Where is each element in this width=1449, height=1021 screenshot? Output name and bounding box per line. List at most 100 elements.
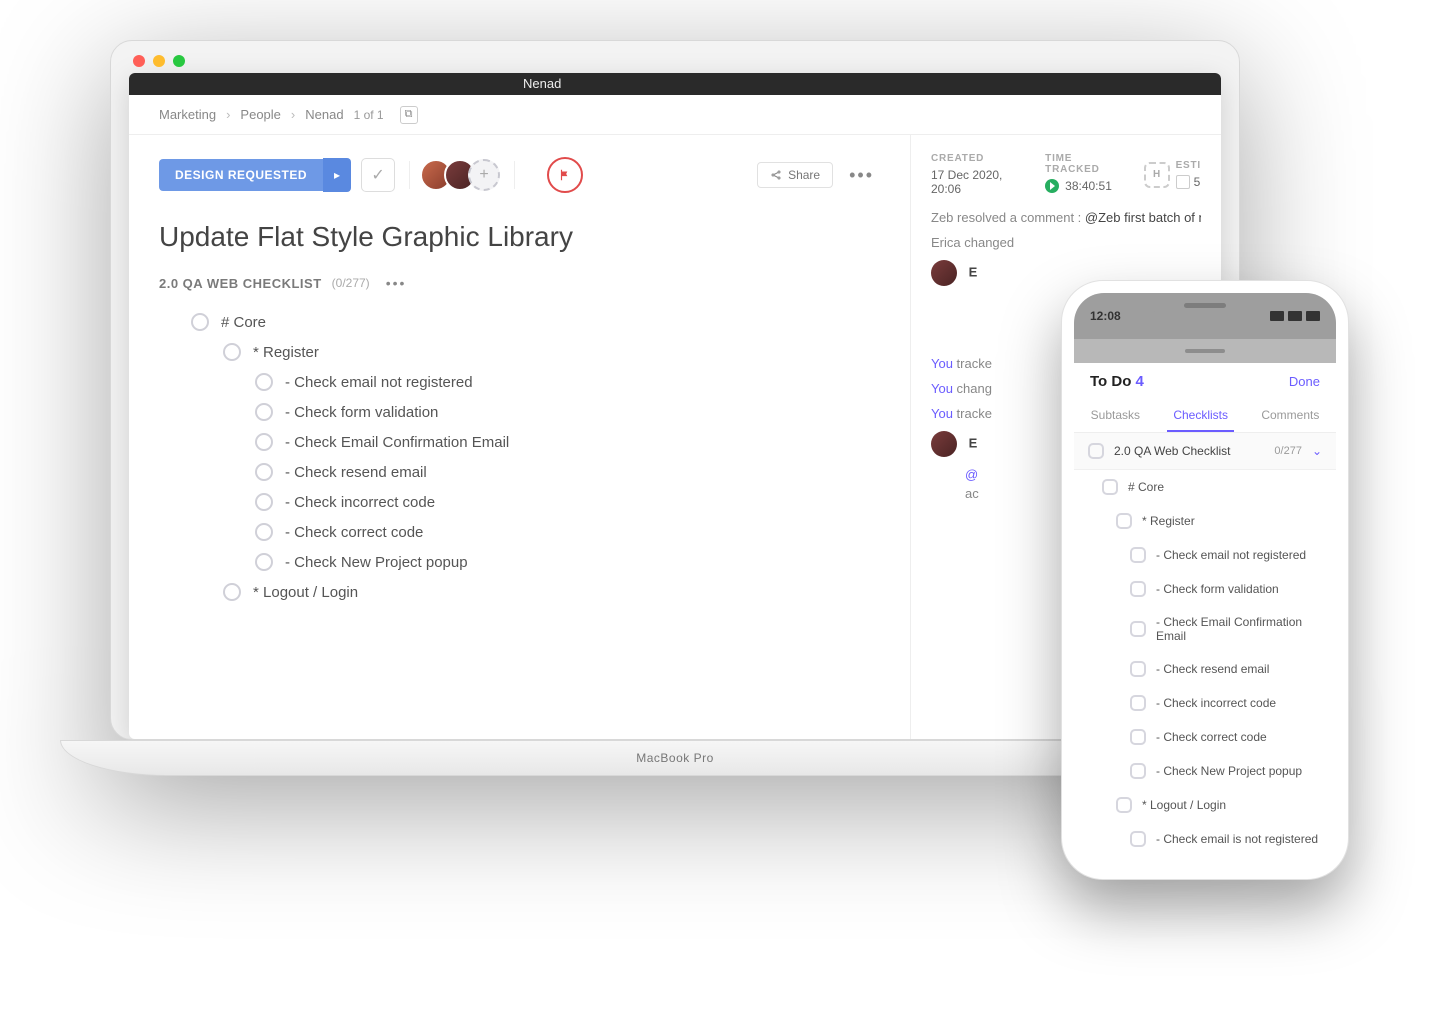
- checklist-item[interactable]: - Check form validation: [159, 397, 880, 427]
- phone-checklist-item[interactable]: # Core: [1074, 470, 1336, 504]
- phone-checklist-header[interactable]: 2.0 QA Web Checklist 0/277 ⌄: [1074, 433, 1336, 470]
- checkbox[interactable]: [255, 523, 273, 541]
- phone-checklist-item[interactable]: - Check email not registered: [1074, 538, 1336, 572]
- checklist-item[interactable]: * Logout / Login: [159, 577, 880, 607]
- task-toolbar: DESIGN REQUESTED ▸ ✓ +: [159, 157, 880, 193]
- checklist-item-label: - Check Email Confirmation Email: [285, 434, 509, 451]
- phone-checklist-item[interactable]: - Check incorrect code: [1074, 686, 1336, 720]
- checkbox[interactable]: [223, 343, 241, 361]
- hourglass-icon: [1176, 175, 1190, 189]
- checklist-tree: # Core * Register - Check email not regist…: [159, 307, 880, 607]
- done-button[interactable]: Done: [1289, 374, 1320, 389]
- phone-checklist-item[interactable]: - Check form validation: [1074, 572, 1336, 606]
- more-menu-button[interactable]: •••: [843, 165, 880, 186]
- estimate-badge[interactable]: H: [1144, 162, 1170, 188]
- status-button[interactable]: DESIGN REQUESTED: [159, 159, 323, 191]
- meta-created: CREATED 17 Dec 2020, 20:06: [931, 153, 1015, 196]
- app-window: Marketing › People › Nenad 1 of 1 ⧉ DESI…: [129, 73, 1221, 739]
- checkbox[interactable]: [1130, 763, 1146, 779]
- checklist-item[interactable]: * Register: [159, 337, 880, 367]
- breadcrumb-item[interactable]: People: [240, 107, 280, 122]
- tab-checklists[interactable]: Checklists: [1167, 400, 1234, 432]
- checkbox[interactable]: [1130, 729, 1146, 745]
- checkbox[interactable]: [191, 313, 209, 331]
- checkbox[interactable]: [255, 373, 273, 391]
- phone-checklist-item-label: - Check email is not registered: [1156, 832, 1318, 846]
- breadcrumb-item[interactable]: Nenad: [305, 107, 343, 122]
- minimize-icon[interactable]: [153, 55, 165, 67]
- status-next-button[interactable]: ▸: [323, 158, 351, 192]
- checkbox[interactable]: [1130, 621, 1146, 637]
- meta-time-tracked: TIME TRACKED 38:40:51: [1045, 153, 1113, 196]
- avatar: [931, 431, 957, 457]
- phone-checklist-item[interactable]: - Check resend email: [1074, 652, 1336, 686]
- phone-checklist-item-label: - Check Email Confirmation Email: [1156, 615, 1322, 643]
- checkbox[interactable]: [1130, 547, 1146, 563]
- checklist-item[interactable]: - Check email not registered: [159, 367, 880, 397]
- checkbox[interactable]: [1116, 513, 1132, 529]
- phone-checklist-item[interactable]: - Check correct code: [1074, 720, 1336, 754]
- time-tracked-value[interactable]: 38:40:51: [1045, 179, 1113, 193]
- checkbox[interactable]: [1088, 443, 1104, 459]
- checkbox[interactable]: [255, 403, 273, 421]
- phone-checklist-item[interactable]: - Check New Project popup: [1074, 754, 1336, 788]
- breadcrumb: Marketing › People › Nenad 1 of 1 ⧉: [129, 95, 1221, 135]
- task-title[interactable]: Update Flat Style Graphic Library: [159, 221, 880, 253]
- checkbox[interactable]: [255, 553, 273, 571]
- wifi-icon: [1288, 311, 1302, 321]
- priority-flag-button[interactable]: [547, 157, 583, 193]
- maximize-icon[interactable]: [173, 55, 185, 67]
- phone-checklist-item-label: # Core: [1128, 480, 1164, 494]
- checkbox[interactable]: [255, 433, 273, 451]
- phone-checklist-item[interactable]: - Check Email Confirmation Email: [1074, 606, 1336, 652]
- checklist-item[interactable]: - Check incorrect code: [159, 487, 880, 517]
- breadcrumb-item[interactable]: Marketing: [159, 107, 216, 122]
- chevron-down-icon[interactable]: ⌄: [1312, 444, 1322, 458]
- checkbox[interactable]: [255, 493, 273, 511]
- play-icon[interactable]: [1045, 179, 1059, 193]
- checkbox[interactable]: [223, 583, 241, 601]
- checkbox[interactable]: [1130, 581, 1146, 597]
- complete-button[interactable]: ✓: [361, 158, 395, 192]
- checkbox[interactable]: [255, 463, 273, 481]
- add-assignee-button[interactable]: +: [468, 159, 500, 191]
- avatar: [931, 260, 957, 286]
- sheet-grab-bar[interactable]: [1074, 339, 1336, 363]
- checkbox[interactable]: [1130, 831, 1146, 847]
- phone-checklist-item-label: * Register: [1142, 514, 1195, 528]
- meta-estimate: H ESTI 5: [1144, 153, 1201, 196]
- app-tabbar: [129, 73, 1221, 95]
- phone-checklist-item[interactable]: * Logout / Login: [1074, 788, 1336, 822]
- phone-notch: [1150, 293, 1260, 315]
- checkbox[interactable]: [1130, 661, 1146, 677]
- checklist-item-label: - Check resend email: [285, 464, 427, 481]
- close-icon[interactable]: [133, 55, 145, 67]
- tab-subtasks[interactable]: Subtasks: [1085, 400, 1146, 432]
- checklist-item[interactable]: # Core: [159, 307, 880, 337]
- checkbox[interactable]: [1116, 797, 1132, 813]
- popout-icon[interactable]: ⧉: [400, 106, 418, 124]
- checklist-name: 2.0 QA WEB CHECKLIST: [159, 276, 322, 291]
- checkbox[interactable]: [1130, 695, 1146, 711]
- estimate-value[interactable]: 5: [1176, 175, 1201, 189]
- checklist-item[interactable]: - Check Email Confirmation Email: [159, 427, 880, 457]
- checklist-item[interactable]: - Check correct code: [159, 517, 880, 547]
- checklist-count: (0/277): [332, 276, 370, 290]
- activity-item: Erica changed: [931, 235, 1201, 250]
- checklist-menu-button[interactable]: •••: [380, 275, 413, 291]
- checkbox[interactable]: [1102, 479, 1118, 495]
- tab-comments[interactable]: Comments: [1255, 400, 1325, 432]
- checklist-item-label: * Register: [253, 344, 319, 361]
- share-button[interactable]: Share: [757, 162, 833, 188]
- plus-icon: +: [479, 166, 488, 184]
- meta-label: TIME TRACKED: [1045, 153, 1113, 175]
- phone-screen: 12:08 To Do 4 Done Subtasks Checklists C…: [1074, 293, 1336, 867]
- phone-frame: 12:08 To Do 4 Done Subtasks Checklists C…: [1061, 280, 1349, 880]
- phone-checklist-item[interactable]: * Register: [1074, 504, 1336, 538]
- checklist-item[interactable]: - Check New Project popup: [159, 547, 880, 577]
- phone-header: To Do 4 Done: [1074, 363, 1336, 400]
- phone-checklist-item[interactable]: - Check email is not registered: [1074, 822, 1336, 856]
- phone-checklist-item-label: - Check resend email: [1156, 662, 1269, 676]
- checklist-item-label: - Check form validation: [285, 404, 438, 421]
- checklist-item[interactable]: - Check resend email: [159, 457, 880, 487]
